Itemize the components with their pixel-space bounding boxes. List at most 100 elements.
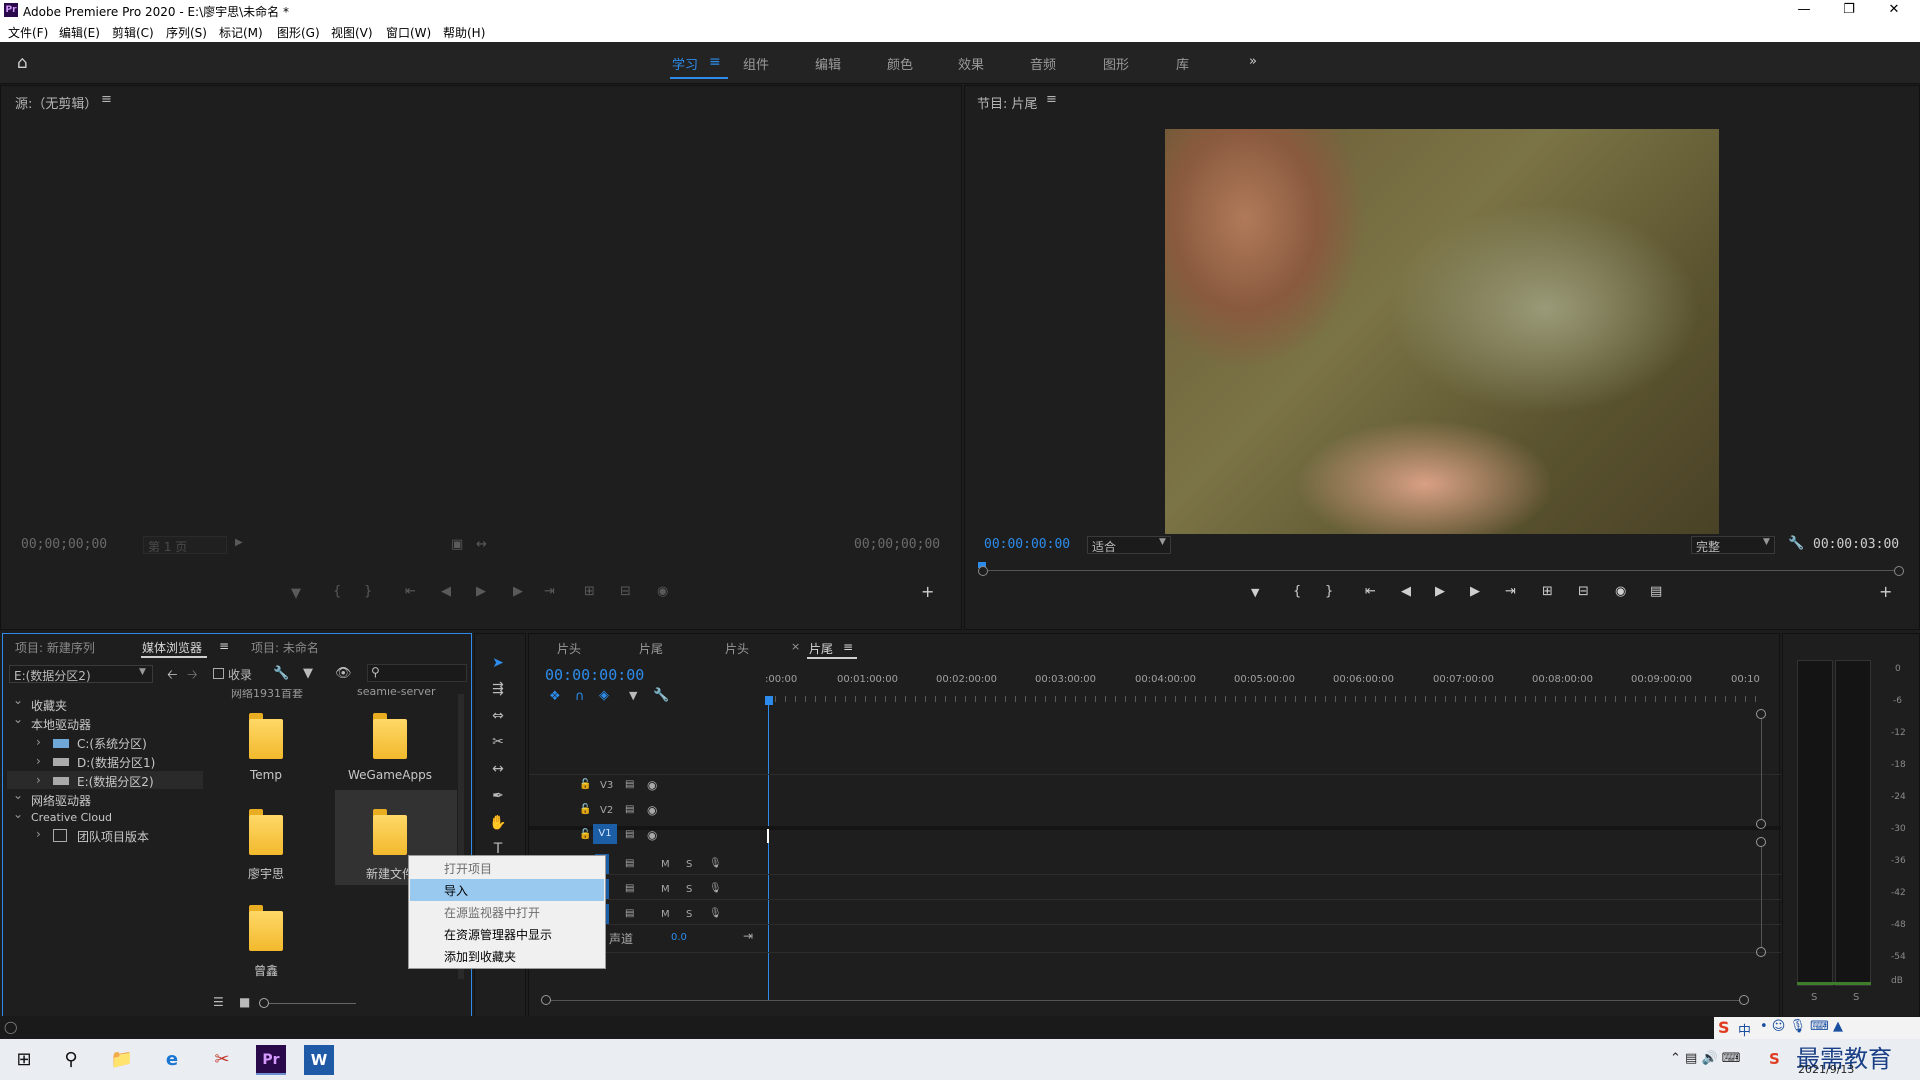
go-to-out-icon[interactable]: ⇥	[1505, 584, 1516, 599]
drive-select[interactable]: E:(数据分区2)	[9, 665, 153, 683]
panel-menu-icon[interactable]: ≡	[1046, 92, 1057, 107]
folder-label-liaoyusi[interactable]: 廖宇思	[211, 865, 321, 882]
add-marker-icon[interactable]: ▼	[629, 689, 637, 702]
folder-label-temp[interactable]: Temp	[211, 768, 321, 782]
chevron-down-icon[interactable]: ⌄	[13, 712, 23, 726]
system-tray-icons[interactable]: ⌃ ▤ 🔊 ⌨	[1670, 1051, 1741, 1066]
folder-icon[interactable]	[249, 809, 283, 855]
chevron-down-icon[interactable]: ⌄	[13, 788, 23, 802]
source-page-select[interactable]: 第 1 页	[143, 536, 227, 554]
zoom-slider-handle[interactable]	[259, 998, 269, 1008]
ctx-open-project[interactable]: 打开项目	[410, 857, 604, 879]
folder-label-wegameapps[interactable]: WeGameApps	[335, 768, 445, 782]
go-to-out-icon[interactable]: ⇥	[544, 584, 555, 599]
folder-icon[interactable]	[249, 905, 283, 951]
tab-media-browser[interactable]: 媒体浏览器	[142, 639, 202, 656]
wrench-icon[interactable]: 🔧	[653, 688, 669, 703]
menu-edit[interactable]: 编辑(E)	[59, 24, 100, 41]
lock-icon[interactable]: 🔓	[579, 779, 591, 790]
mark-out-icon[interactable]: }	[1325, 584, 1333, 599]
windows-start-icon[interactable]: ⊞	[9, 1045, 39, 1075]
mark-in-icon[interactable]: {	[1293, 584, 1301, 599]
tree-drive-e[interactable]: E:(数据分区2)	[77, 773, 154, 790]
add-marker-icon[interactable]: ▼	[1251, 586, 1259, 599]
timeline-timecode[interactable]: 00:00:00:00	[545, 666, 644, 684]
list-view-icon[interactable]: ☰	[213, 995, 224, 1009]
tree-drive-d[interactable]: D:(数据分区1)	[77, 754, 155, 771]
eye-icon[interactable]: ◉	[647, 778, 657, 792]
forward-arrow-icon[interactable]: 🡢	[187, 666, 198, 688]
timeline-tab-opening[interactable]: 片头	[557, 640, 581, 657]
track-select-tool-icon[interactable]: ⇶	[487, 678, 509, 700]
tree-network-drives[interactable]: 网络驱动器	[31, 792, 91, 809]
track-label[interactable]: V3	[600, 780, 613, 791]
mark-in-icon[interactable]: {	[333, 584, 341, 599]
menu-marker[interactable]: 标记(M)	[219, 24, 263, 41]
comparison-view-icon[interactable]: ▤	[1650, 584, 1662, 599]
microphone-icon[interactable]: 🎙	[709, 883, 722, 894]
hamburger-icon[interactable]: ≡	[709, 54, 721, 70]
wrench-icon[interactable]: 🔧	[273, 666, 289, 681]
panel-menu-icon[interactable]: ≡	[219, 639, 229, 653]
program-timecode[interactable]: 00:00:00:00	[984, 537, 1070, 552]
folder-icon[interactable]	[373, 713, 407, 759]
slip-tool-icon[interactable]: ↔	[487, 758, 509, 780]
step-forward-icon[interactable]: ▶	[513, 584, 523, 599]
eye-icon[interactable]: ◉	[647, 803, 657, 817]
solo-toggle[interactable]: S	[686, 909, 692, 920]
menu-sequence[interactable]: 序列(S)	[166, 24, 207, 41]
ime-language[interactable]: 中	[1738, 1020, 1751, 1039]
tab-project-new-sequence[interactable]: 项目: 新建序列	[15, 639, 95, 656]
menu-help[interactable]: 帮助(H)	[443, 24, 485, 41]
source-timecode-left[interactable]: 00;00;00;00	[21, 537, 107, 552]
add-button-icon[interactable]: +	[921, 582, 934, 601]
maximize-button[interactable]: ❐	[1829, 1, 1869, 19]
word-taskbar-icon[interactable]: W	[304, 1045, 334, 1075]
play-button-icon[interactable]: ▶	[1435, 584, 1445, 599]
horizontal-scroll-handle[interactable]	[1739, 995, 1749, 1005]
add-marker-icon[interactable]: ▼	[291, 586, 301, 601]
chevron-right-icon[interactable]: ›	[36, 754, 41, 768]
add-button-icon[interactable]: +	[1879, 582, 1892, 601]
workspace-graphics[interactable]: 图形	[1103, 54, 1129, 73]
horizontal-scroll-handle[interactable]	[541, 995, 551, 1005]
menu-graphics[interactable]: 图形(G)	[277, 24, 320, 41]
filter-icon[interactable]: ▼	[303, 666, 313, 681]
vertical-scroll-handle[interactable]	[1756, 709, 1766, 719]
drag-video-icon[interactable]: ↔	[476, 537, 487, 552]
pen-tool-icon[interactable]: ✒	[487, 785, 509, 807]
hand-tool-icon[interactable]: ✋	[487, 812, 509, 834]
razor-tool-icon[interactable]: ✂	[487, 731, 509, 753]
home-icon[interactable]: ⌂	[17, 53, 28, 73]
close-tab-icon[interactable]: ×	[791, 640, 800, 653]
ingest-checkbox[interactable]	[213, 668, 224, 679]
sogou-tray-icon[interactable]: S	[1769, 1050, 1780, 1068]
go-to-end-icon[interactable]: ⇥	[743, 929, 753, 943]
vertical-scroll-handle[interactable]	[1756, 947, 1766, 957]
step-forward-icon[interactable]: ▶	[1470, 584, 1480, 599]
nest-icon[interactable]: ❖	[549, 689, 561, 704]
chevron-right-icon[interactable]: ›	[36, 827, 41, 841]
microphone-icon[interactable]: 🎙	[709, 908, 722, 919]
file-explorer-icon[interactable]: 📁	[107, 1045, 137, 1075]
track-label-v1-active[interactable]: V1	[593, 824, 617, 844]
menu-view[interactable]: 视图(V)	[331, 24, 373, 41]
edge-browser-icon[interactable]: e	[157, 1045, 187, 1075]
lock-icon[interactable]: 🔓	[579, 804, 591, 815]
workspace-libraries[interactable]: 库	[1176, 54, 1189, 73]
premiere-taskbar-icon[interactable]: Pr	[256, 1045, 286, 1075]
film-icon[interactable]: ▤	[625, 858, 634, 869]
film-icon[interactable]: ▤	[625, 804, 634, 815]
master-volume-value[interactable]: 0.0	[671, 932, 687, 943]
play-arrow-icon[interactable]: ▶	[235, 537, 243, 548]
lift-icon[interactable]: ⊞	[1542, 584, 1553, 599]
vertical-scroll-handle[interactable]	[1756, 819, 1766, 829]
mute-toggle[interactable]: M	[661, 909, 670, 920]
folder-icon[interactable]	[249, 713, 283, 759]
panel-menu-icon[interactable]: ≡	[101, 92, 112, 107]
mark-out-icon[interactable]: }	[364, 584, 372, 599]
ctx-import[interactable]: 导入	[410, 879, 604, 901]
export-frame-icon[interactable]: ◉	[1615, 584, 1626, 599]
menu-file[interactable]: 文件(F)	[8, 24, 48, 41]
sogou-ime-icon[interactable]: S	[1718, 1018, 1730, 1037]
